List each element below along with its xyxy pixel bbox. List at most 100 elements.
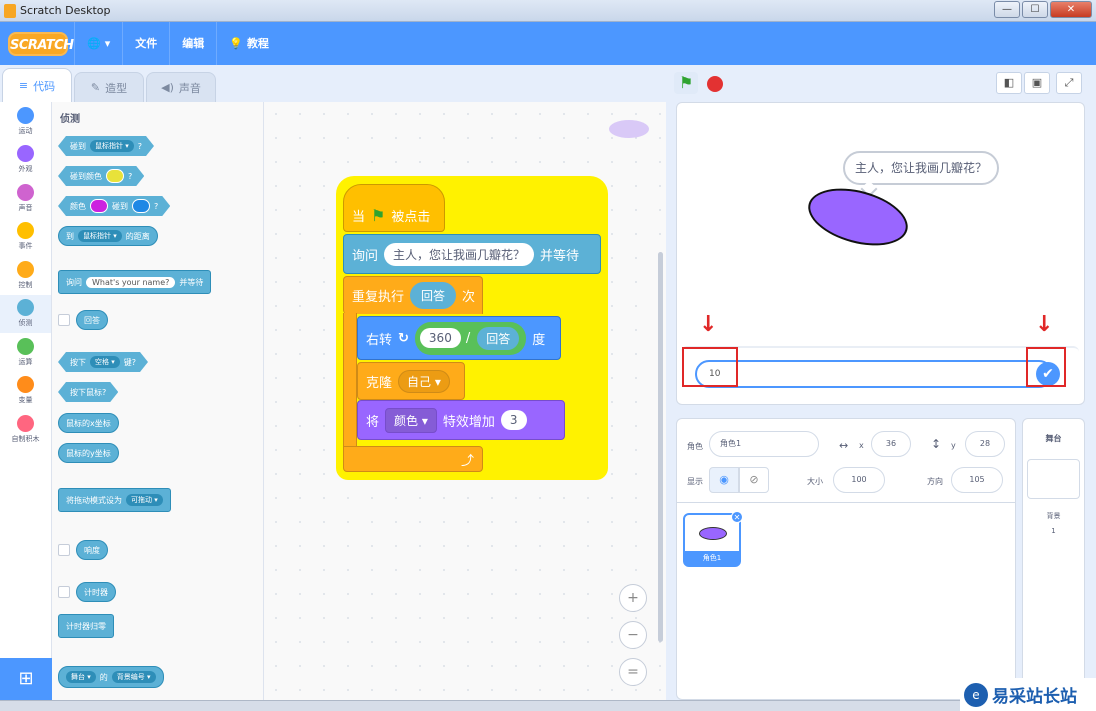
maximize-button[interactable]: ☐ [1022,1,1048,18]
color-swatch[interactable] [106,169,124,183]
color-swatch[interactable] [90,199,108,213]
normal-stage-button[interactable]: ▣ [1024,72,1050,94]
block-label: 特效增加 [442,414,495,430]
tab-code[interactable]: ≡ 代码 [2,68,72,102]
category-item[interactable]: 侦测 [0,294,51,333]
category-label: 运动 [18,126,33,135]
category-item[interactable]: 自制积木 [0,410,51,449]
numerator-input[interactable]: 360 [419,328,461,348]
mouse-x-block[interactable]: 鼠标的x坐标 [58,413,119,433]
create-clone-block[interactable]: 克隆 自己 ▾ [357,362,465,400]
denominator-reporter[interactable]: 回答 [475,324,522,352]
sprite-ellipse[interactable] [802,178,914,256]
stop-button[interactable] [707,76,723,92]
window-title: Scratch Desktop [20,4,111,17]
file-menu[interactable]: 文件 [122,22,169,65]
stage-selector[interactable]: 舞台 背景 1 [1022,418,1085,700]
category-item[interactable]: 控制 [0,256,51,295]
loudness-checkbox[interactable] [58,544,70,556]
zoom-reset-button[interactable]: = [619,658,647,686]
red-arrow-down-icon: ↓ [699,312,718,337]
tab-sounds[interactable]: ◀) 声音 [146,72,216,102]
ask-text-input[interactable]: 主人，您让我画几瓣花？ [384,242,535,266]
size-field[interactable]: 100 [833,467,885,493]
color-touching-color-block[interactable]: 颜色 碰到 ? [58,196,170,216]
category-dot-icon [17,106,34,124]
sprite-name-field[interactable]: 角色1 [709,431,819,457]
answer-checkbox[interactable] [58,314,70,326]
show-visible-button[interactable]: ◉ [709,467,739,493]
loudness-block[interactable]: 响度 [76,540,108,560]
category-item[interactable]: 运算 [0,333,51,372]
zoom-in-button[interactable]: + [619,584,647,612]
distance-dropdown[interactable]: 鼠标指针 ▾ [78,230,122,242]
y-field[interactable]: 28 [965,431,1005,457]
answer-block[interactable]: 回答 [76,310,108,330]
small-stage-button[interactable]: ◧ [996,72,1022,94]
minimize-button[interactable]: — [994,1,1020,18]
category-label: 自制积木 [11,434,40,443]
ask-block[interactable]: 询问 What's your name? 并等待 [58,270,212,294]
fullscreen-button[interactable]: ⤢ [1056,72,1082,94]
taskbar [0,700,960,711]
scratch-logo[interactable]: SCRATCH [8,31,74,56]
key-pressed-block[interactable]: 按下 空格 ▾ 键? [58,352,148,372]
sprite-thumbnail[interactable]: 角色1 ✕ [683,511,743,567]
workspace-vscrollbar[interactable] [658,252,663,642]
category-item[interactable]: 事件 [0,218,51,257]
of-prop-dropdown[interactable]: 背景编号 ▾ [111,671,156,683]
direction-field[interactable]: 105 [951,467,1003,493]
change-effect-block[interactable]: 将 颜色 ▾ 特效增加 3 [357,400,565,440]
mouse-down-block[interactable]: 按下鼠标? [58,382,118,402]
touching-dropdown[interactable]: 鼠标指针 ▾ [90,140,134,152]
delete-sprite-icon[interactable]: ✕ [731,511,743,523]
edit-menu[interactable]: 编辑 [169,22,216,65]
watermark-logo-icon: e [964,682,988,707]
brush-icon: ✎ [90,81,101,94]
answer-input[interactable]: 10 [695,360,1053,388]
speaker-icon: ◀) [161,81,174,94]
category-menu: 运动外观 声音 事件 控制 侦测 运算 变量自制积木 [0,102,52,658]
when-flag-clicked-block[interactable]: 当 ⚑ 被点击 [343,184,445,232]
tab-costumes[interactable]: ✎ 造型 [74,72,144,102]
touching-color-block[interactable]: 碰到颜色 ? [58,166,144,186]
ask-and-wait-block[interactable]: 询问 主人，您让我画几瓣花？ 并等待 [343,234,601,274]
speech-bubble: 主人，您让我画几瓣花？ [843,151,1000,185]
clone-target-dropdown[interactable]: 自己 ▾ [398,369,450,393]
of-target-dropdown[interactable]: 舞台 ▾ [66,671,96,683]
close-button[interactable]: ✕ [1050,1,1092,18]
x-field[interactable]: 36 [871,431,911,457]
category-item[interactable]: 变量 [0,372,51,411]
tutorials-menu[interactable]: 💡 教程 [216,22,281,65]
mouse-y-block[interactable]: 鼠标的y坐标 [58,443,119,463]
color-swatch[interactable] [132,199,150,213]
stage-thumbnail[interactable] [1027,459,1080,499]
language-menu[interactable]: 🌐 ▾ [74,22,122,65]
divide-operator[interactable]: 360 / 回答 [414,321,527,355]
drag-mode-block[interactable]: 将拖动模式设为 可拖动 ▾ [58,488,171,512]
ask-input[interactable]: What's your name? [86,276,176,288]
block-label: 重复执行 [352,290,405,305]
repeat-count-reporter[interactable]: 回答 [410,282,457,309]
category-item[interactable]: 声音 [0,179,51,218]
green-flag-button[interactable]: ⚑ [674,72,698,94]
reset-timer-block[interactable]: 计时器归零 [58,614,114,638]
add-extension-button[interactable]: ⊞ [0,658,52,700]
of-block[interactable]: 舞台 ▾ 的 背景编号 ▾ [58,666,164,688]
turn-right-block[interactable]: 右转 ↻ 360 / 回答 度 [357,316,561,360]
touching-block[interactable]: 碰到 鼠标指针 ▾ ? [58,136,154,156]
drag-dropdown[interactable]: 可拖动 ▾ [126,494,163,506]
repeat-block[interactable]: 重复执行 回答 次 [343,276,483,314]
divide-sign: / [465,330,471,346]
category-item[interactable]: 外观 [0,141,51,180]
zoom-out-button[interactable]: − [619,621,647,649]
effect-value-input[interactable]: 3 [500,410,527,430]
timer-checkbox[interactable] [58,586,70,598]
effect-dropdown[interactable]: 颜色 ▾ [385,407,437,433]
tutorials-label: 教程 [246,37,269,50]
key-dropdown[interactable]: 空格 ▾ [90,356,120,368]
category-item[interactable]: 运动 [0,102,51,141]
show-hidden-button[interactable]: ⊘ [739,467,769,493]
timer-block[interactable]: 计时器 [76,582,116,602]
distance-block[interactable]: 到 鼠标指针 ▾ 的距离 [58,226,158,246]
